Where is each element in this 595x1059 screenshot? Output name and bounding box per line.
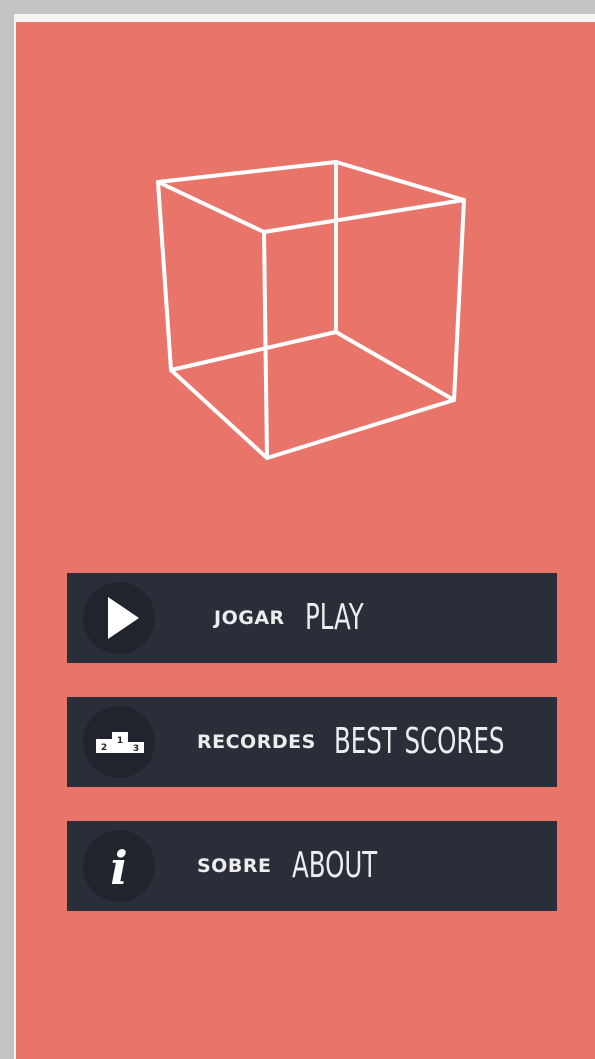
cube-logo	[156, 160, 466, 460]
play-label-en: PLAY	[305, 597, 364, 638]
cube-edge	[169, 368, 269, 460]
podium-icon: 2 1 3	[96, 732, 144, 754]
scores-label-en: BEST SCORES	[334, 721, 505, 762]
podium-place-2: 2	[101, 743, 107, 753]
info-glyph: i	[110, 841, 127, 895]
play-icon	[108, 597, 139, 639]
cube-front-face	[262, 198, 466, 460]
play-label-pt: JOGAR	[214, 607, 285, 629]
cube-edge	[334, 330, 456, 402]
cube-edge	[334, 160, 466, 202]
device-frame: JOGAR PLAY 2 1 3 RECORDES BEST SCORES i …	[0, 0, 595, 1059]
app-screen: JOGAR PLAY 2 1 3 RECORDES BEST SCORES i …	[14, 22, 595, 1059]
play-icon-circle	[83, 582, 155, 654]
podium-place-1: 1	[117, 736, 123, 746]
about-button[interactable]: i SOBRE ABOUT	[67, 821, 557, 911]
cube-edge	[156, 180, 266, 234]
podium-place-3: 3	[133, 744, 139, 754]
info-icon-circle: i	[83, 830, 155, 902]
best-scores-button[interactable]: 2 1 3 RECORDES BEST SCORES	[67, 697, 557, 787]
podium-icon-circle: 2 1 3	[83, 706, 155, 778]
scores-label-pt: RECORDES	[197, 731, 316, 753]
about-label-en: ABOUT	[292, 845, 378, 886]
about-label-pt: SOBRE	[197, 855, 272, 877]
status-strip	[14, 14, 595, 22]
play-button[interactable]: JOGAR PLAY	[67, 573, 557, 663]
info-icon: i	[110, 841, 127, 895]
